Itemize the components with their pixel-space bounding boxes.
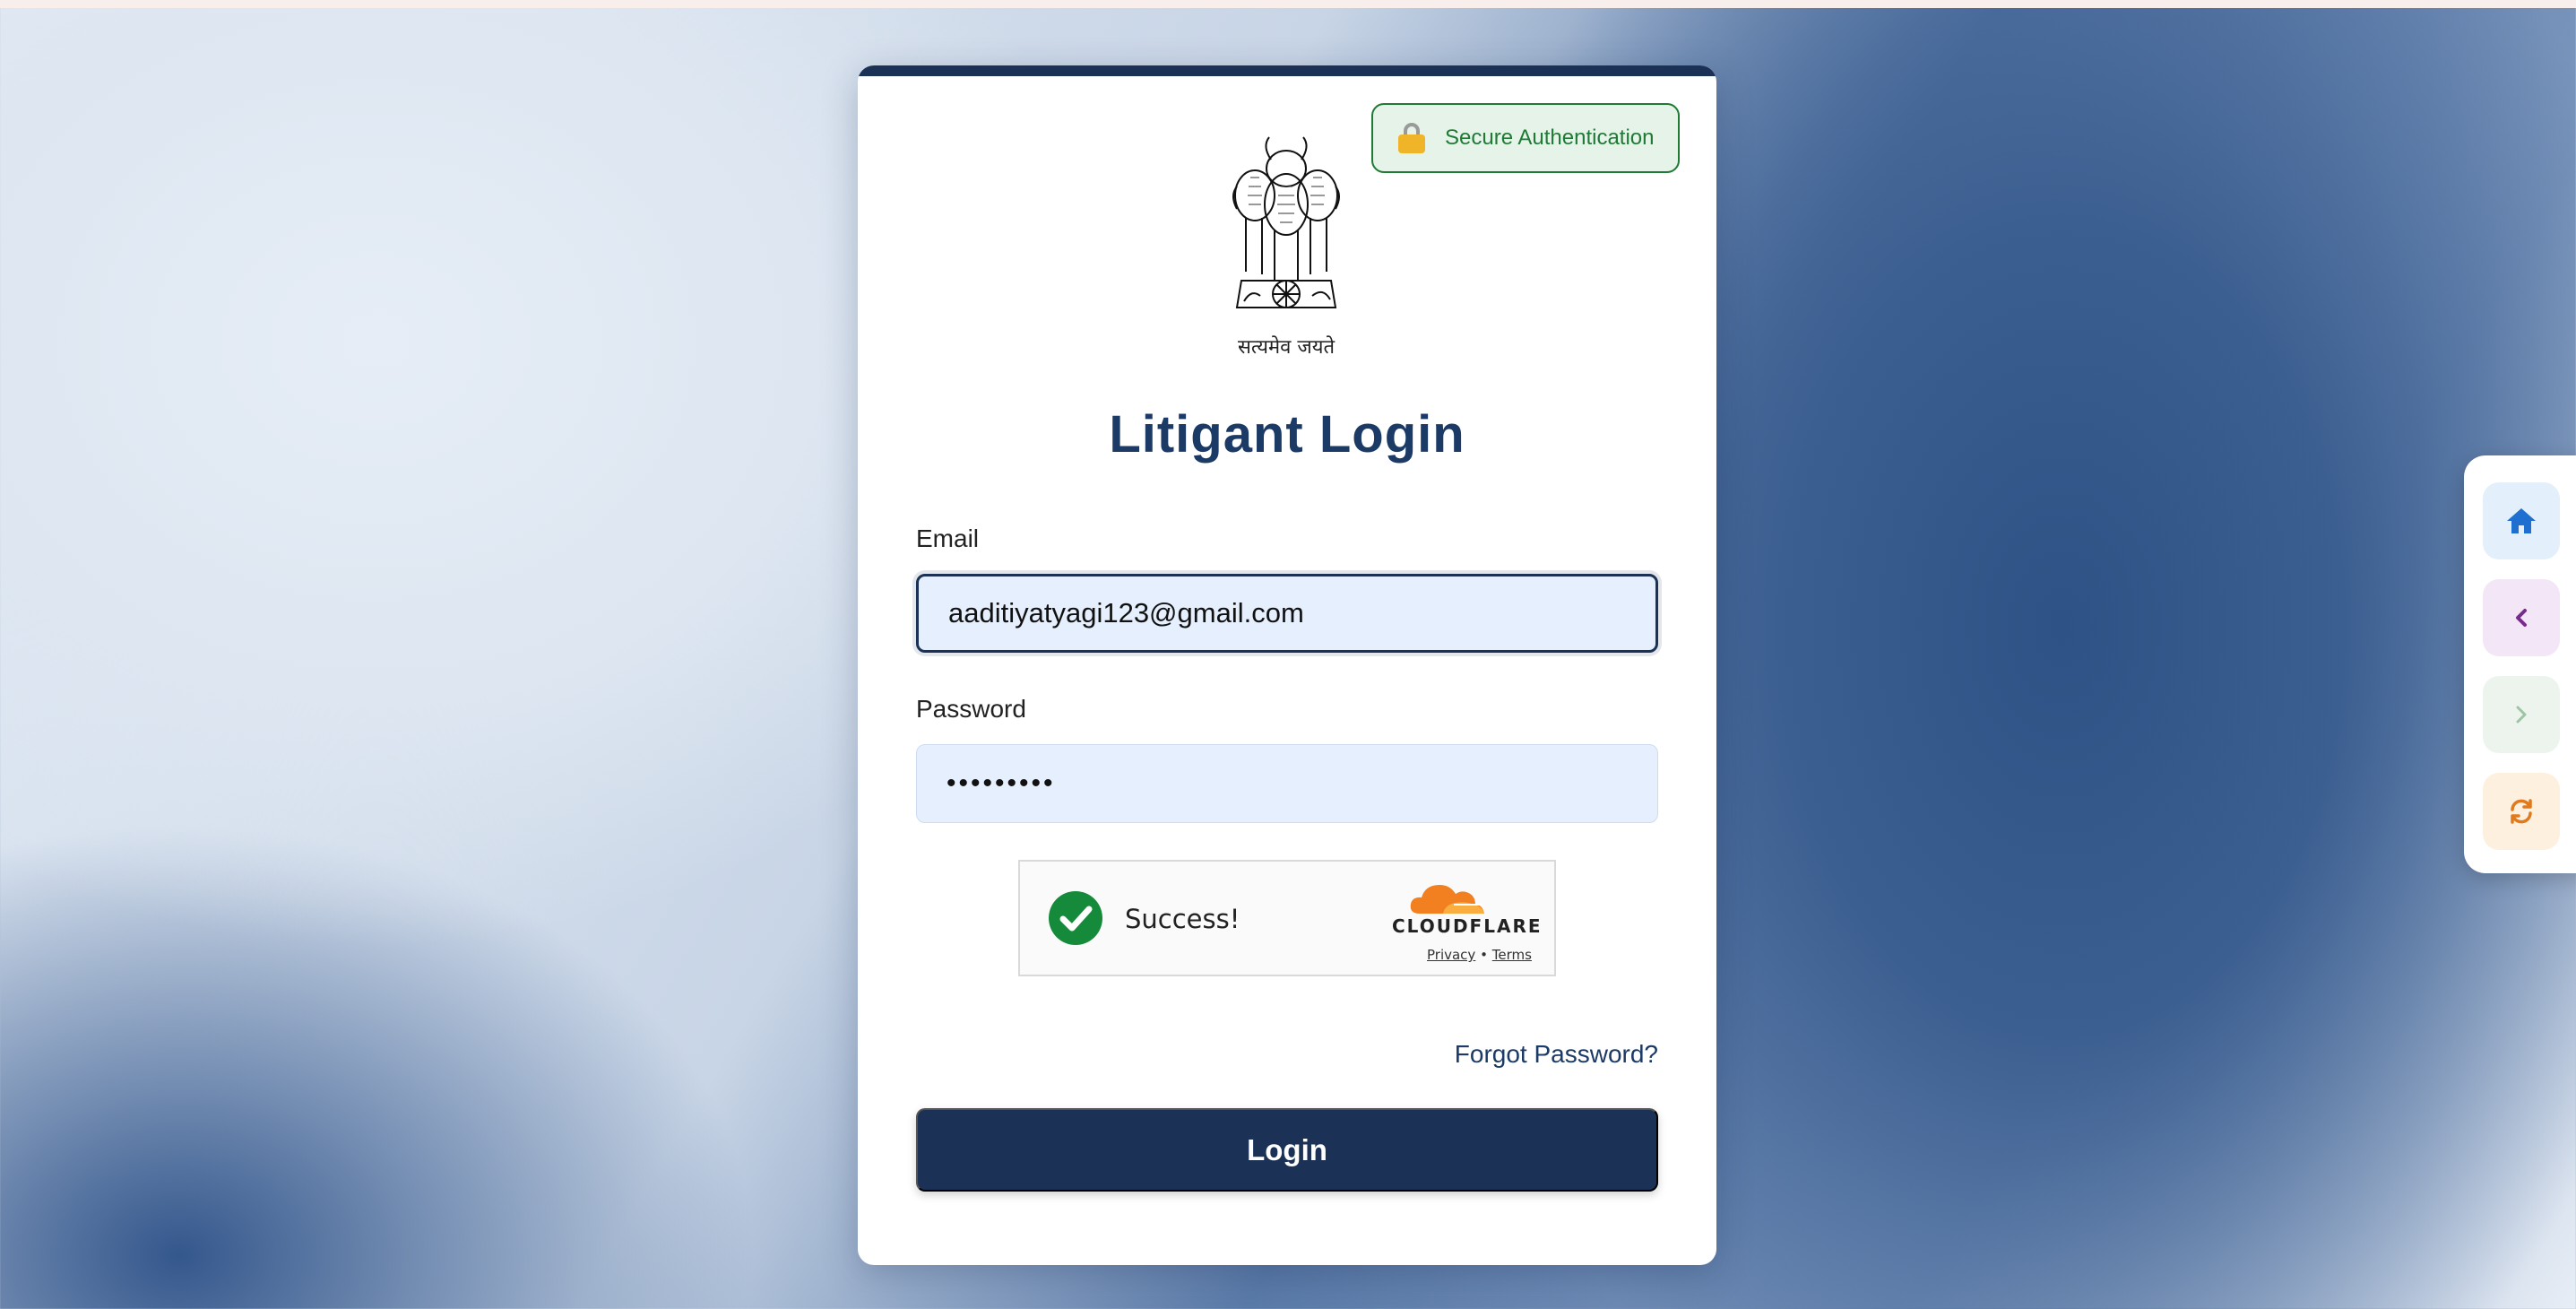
secure-authentication-badge: Secure Authentication	[1371, 103, 1680, 173]
back-button[interactable]	[2483, 579, 2560, 656]
password-field[interactable]: •••••••••	[916, 744, 1658, 823]
chevron-right-icon	[2516, 706, 2527, 724]
browser-top-strip	[0, 0, 2576, 8]
chevron-left-icon	[2516, 609, 2527, 627]
page-title: Litigant Login	[1109, 405, 1465, 464]
login-button[interactable]: Login	[916, 1108, 1658, 1192]
card-accent-bar	[858, 65, 1716, 76]
home-button[interactable]	[2483, 482, 2560, 559]
cloudflare-captcha-widget[interactable]: Success! CLOUDFLARE Privacy • Terms	[1018, 860, 1556, 976]
forward-button[interactable]	[2483, 676, 2560, 753]
captcha-separator: •	[1480, 947, 1488, 963]
check-icon	[1049, 891, 1102, 945]
refresh-icon	[2511, 799, 2532, 824]
home-icon	[2507, 508, 2536, 533]
email-field[interactable]: aaditiyatyagi123@gmail.com	[916, 574, 1658, 653]
forgot-password-link[interactable]: Forgot Password?	[1455, 1040, 1658, 1069]
captcha-status: Success!	[1125, 904, 1240, 934]
cloudflare-logo-text: CLOUDFLARE	[1392, 915, 1543, 937]
password-label: Password	[916, 695, 1026, 723]
lock-icon	[1398, 123, 1425, 153]
side-navigation-panel	[2464, 455, 2576, 873]
captcha-privacy-link[interactable]: Privacy	[1427, 947, 1475, 963]
emblem-motto: सत्यमेव जयते	[1237, 336, 1336, 359]
login-card: Secure Authentication सत्यमेव जयते Litig…	[858, 65, 1716, 1265]
cloudflare-cloud-icon	[1410, 885, 1484, 914]
secure-badge-label: Secure Authentication	[1445, 126, 1655, 150]
captcha-terms-link[interactable]: Terms	[1492, 947, 1532, 963]
email-label: Email	[916, 524, 980, 552]
national-emblem-logo	[1232, 136, 1340, 308]
refresh-button[interactable]	[2483, 773, 2560, 850]
captcha-links: Privacy • Terms	[1427, 947, 1532, 963]
